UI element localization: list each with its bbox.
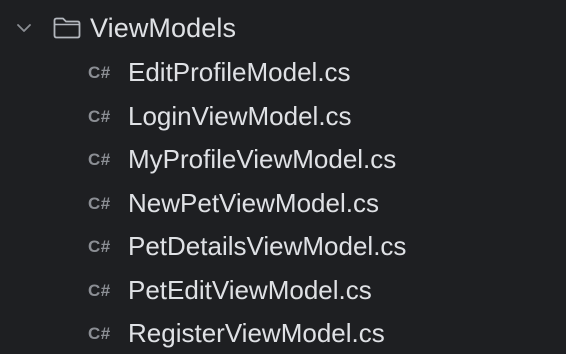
- file-name: NewPetViewModel.cs: [128, 187, 379, 218]
- csharp-file-icon: C#: [88, 193, 111, 213]
- folder-row-viewmodels[interactable]: ViewModels: [0, 6, 566, 50]
- file-name: EditProfileModel.cs: [128, 57, 351, 87]
- project-tree: ViewModels C# EditProfileModel.cs C# Log…: [0, 0, 566, 354]
- csharp-file-icon: C#: [88, 150, 111, 169]
- folder-icon: [52, 16, 82, 40]
- file-row[interactable]: C# PetEditViewModel.cs: [0, 270, 566, 314]
- file-row[interactable]: C# LoginViewModel.cs: [0, 96, 566, 140]
- file-name: PetDetailsViewModel.cs: [128, 231, 407, 261]
- file-row[interactable]: C# MyProfileViewModel.cs: [0, 139, 566, 183]
- file-name: MyProfileViewModel.cs: [128, 144, 397, 174]
- csharp-file-icon: C#: [88, 106, 111, 126]
- file-row[interactable]: C# NewPetViewModel.cs: [0, 183, 566, 227]
- file-name: LoginViewModel.cs: [128, 100, 352, 131]
- file-name: PetEditViewModel.cs: [128, 274, 372, 305]
- file-row[interactable]: C# RegisterViewModel.cs: [0, 313, 566, 354]
- chevron-down-icon[interactable]: [15, 19, 33, 37]
- file-list: C# EditProfileModel.cs C# LoginViewModel…: [0, 52, 566, 354]
- file-name: RegisterViewModel.cs: [128, 318, 385, 348]
- file-row[interactable]: C# PetDetailsViewModel.cs: [0, 226, 566, 270]
- csharp-file-icon: C#: [88, 63, 111, 82]
- file-row[interactable]: C# EditProfileModel.cs: [0, 52, 566, 96]
- folder-name: ViewModels: [90, 13, 237, 43]
- csharp-file-icon: C#: [88, 324, 111, 343]
- csharp-file-icon: C#: [88, 280, 111, 300]
- csharp-file-icon: C#: [88, 237, 111, 256]
